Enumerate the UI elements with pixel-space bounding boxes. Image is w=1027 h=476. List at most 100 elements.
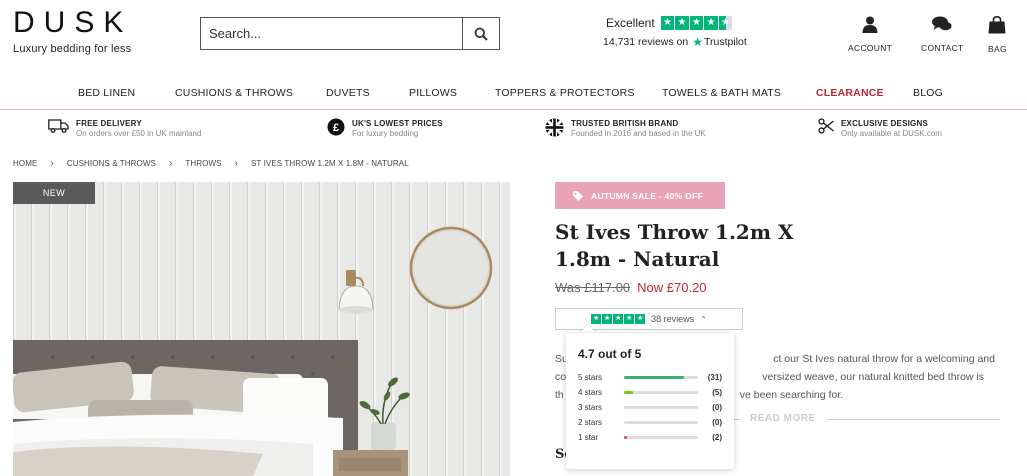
search-icon	[474, 27, 488, 41]
trustpilot-rating-word: Excellent	[606, 16, 655, 30]
nav-item-towels-bath-mats[interactable]: TOWELS & BATH MATS	[662, 87, 781, 99]
rating-bar-fill	[623, 391, 634, 394]
contact-link[interactable]: CONTACT	[921, 16, 964, 53]
chevron-right-icon: ›	[168, 158, 173, 169]
search-bar	[200, 17, 500, 50]
description-line-end: ve been searching for.	[739, 389, 844, 401]
rating-row[interactable]: 4 stars (5)	[578, 385, 722, 400]
trustpilot-logo: ★ Trustpilot	[692, 35, 747, 49]
rating-bar	[623, 406, 698, 409]
star-icon: ★	[704, 16, 718, 30]
rating-row-label: 5 stars	[578, 373, 603, 382]
breadcrumb-current: ST IVES THROW 1.2M X 1.8M - NATURAL	[251, 159, 409, 168]
bedroom-photo	[13, 182, 510, 476]
breadcrumb-home[interactable]: HOME	[13, 159, 37, 168]
brand-name: DUSK	[13, 6, 133, 39]
reviews-toggle[interactable]: ★ ★ ★ ★ ★ 38 reviews ⌃	[555, 308, 743, 330]
scissors-icon	[818, 118, 834, 134]
truck-icon	[48, 119, 69, 133]
breadcrumb-throws[interactable]: THROWS	[185, 159, 221, 168]
trustpilot-review-count: 14,731 reviews on	[603, 36, 689, 48]
rating-row-count: (2)	[712, 433, 722, 442]
svg-text:£: £	[333, 122, 339, 134]
star-icon: ★	[689, 16, 704, 30]
star-icon: ★	[675, 16, 689, 30]
usp-title: TRUSTED BRITISH BRAND	[571, 119, 679, 128]
tag-icon	[573, 190, 583, 201]
rating-row-count: (31)	[707, 373, 722, 382]
star-icon: ★	[591, 314, 602, 324]
nav-item-toppers-protectors[interactable]: TOPPERS & PROTECTORS	[495, 87, 635, 99]
account-label: ACCOUNT	[848, 43, 893, 53]
reviews-count: 38 reviews	[651, 314, 695, 324]
rating-summary: 4.7 out of 5	[578, 347, 642, 361]
chevron-right-icon: ›	[50, 158, 54, 169]
rating-row[interactable]: 3 stars (0)	[578, 400, 722, 415]
usp-free-delivery: FREE DELIVERY On orders over £50 in UK m…	[48, 118, 201, 139]
rating-row[interactable]: 2 stars (0)	[578, 415, 722, 430]
rating-row-label: 2 stars	[578, 418, 603, 427]
rating-bar	[623, 421, 698, 424]
now-price: Now £70.20	[637, 280, 707, 295]
description-line-start: th	[555, 389, 564, 401]
rating-bar	[623, 436, 698, 439]
star-icon: ★	[602, 314, 613, 324]
usp-subtitle: Founded in 2016 and based in the UK	[571, 129, 706, 138]
usp-title: UK'S LOWEST PRICES	[352, 119, 443, 128]
nav-item-bed-linen[interactable]: BED LINEN	[78, 87, 135, 99]
chat-icon	[932, 16, 952, 31]
main-nav: BED LINEN CUSHIONS & THROWS DUVETS PILLO…	[0, 82, 1027, 110]
product-title: St Ives Throw 1.2m X 1.8m - Natural	[555, 220, 794, 271]
trustpilot-widget[interactable]: Excellent ★ ★ ★ ★ ★ 14,731 reviews on ★ …	[603, 16, 753, 49]
brand-logo[interactable]: DUSK Luxury bedding for less	[13, 6, 133, 56]
user-icon	[862, 16, 878, 33]
star-icon: ★	[613, 314, 624, 324]
new-badge: NEW	[13, 182, 95, 204]
usp-lowest-prices: £ UK'S LOWEST PRICES For luxury bedding	[327, 118, 443, 139]
usp-subtitle: On orders over £50 in UK mainland	[76, 129, 202, 138]
account-link[interactable]: ACCOUNT	[848, 16, 892, 53]
star-icon: ★	[660, 16, 675, 30]
nav-item-cushions-throws[interactable]: CUSHIONS & THROWS	[175, 87, 293, 99]
rating-distribution-popup: 4.7 out of 5 5 stars (31) 4 stars (5) 3 star…	[566, 333, 734, 469]
nav-item-blog[interactable]: BLOG	[913, 87, 943, 99]
nav-item-duvets[interactable]: DUVETS	[326, 87, 370, 99]
half-star-icon: ★	[718, 16, 733, 30]
usp-british-brand: TRUSTED BRITISH BRAND Founded in 2016 an…	[545, 118, 706, 139]
search-button[interactable]	[462, 18, 499, 49]
search-input[interactable]	[201, 18, 462, 49]
breadcrumb: HOME › CUSHIONS & THROWS › THROWS › ST I…	[13, 158, 409, 169]
product-image[interactable]: NEW	[13, 182, 510, 476]
chevron-up-icon: ⌃	[700, 314, 707, 324]
read-more-button[interactable]: READ MORE	[740, 413, 826, 424]
was-price: Was £117.00	[555, 280, 631, 295]
pound-icon: £	[327, 118, 345, 136]
bag-icon	[988, 15, 1006, 34]
chevron-right-icon: ›	[234, 158, 238, 169]
nav-item-clearance[interactable]: CLEARANCE	[816, 87, 884, 99]
breadcrumb-cushions-throws[interactable]: CUSHIONS & THROWS	[67, 159, 156, 168]
usp-subtitle: For luxury bedding	[352, 129, 419, 138]
bag-label: BAG	[988, 44, 1007, 54]
nav-item-pillows[interactable]: PILLOWS	[409, 87, 457, 99]
star-icon: ★	[624, 314, 635, 324]
rating-row[interactable]: 5 stars (31)	[578, 370, 722, 385]
rating-bar-fill	[623, 376, 685, 379]
sale-badge: AUTUMN SALE - 40% OFF	[555, 182, 725, 209]
star-icon: ★	[635, 314, 646, 324]
rating-bar	[623, 376, 698, 379]
usp-title: EXCLUSIVE DESIGNS	[841, 119, 928, 128]
usp-exclusive-designs: EXCLUSIVE DESIGNS Only available at DUSK…	[818, 118, 942, 139]
rating-row-label: 3 stars	[578, 403, 603, 412]
trustpilot-star-icon: ★	[692, 35, 703, 49]
price: Was £117.00 Now £70.20	[555, 280, 707, 295]
bag-link[interactable]: BAG	[988, 15, 1007, 54]
rating-row[interactable]: 1 star (2)	[578, 430, 722, 445]
rating-row-label: 1 star	[578, 433, 599, 442]
description-line-end: versized weave, our natural knitted bed …	[762, 371, 984, 383]
description-line-start: co	[555, 371, 567, 383]
trustpilot-stars: ★ ★ ★ ★ ★	[660, 16, 733, 30]
rating-row-count: (5)	[712, 388, 722, 397]
sale-badge-label: AUTUMN SALE - 40% OFF	[591, 190, 704, 201]
rating-row-label: 4 stars	[578, 388, 603, 397]
